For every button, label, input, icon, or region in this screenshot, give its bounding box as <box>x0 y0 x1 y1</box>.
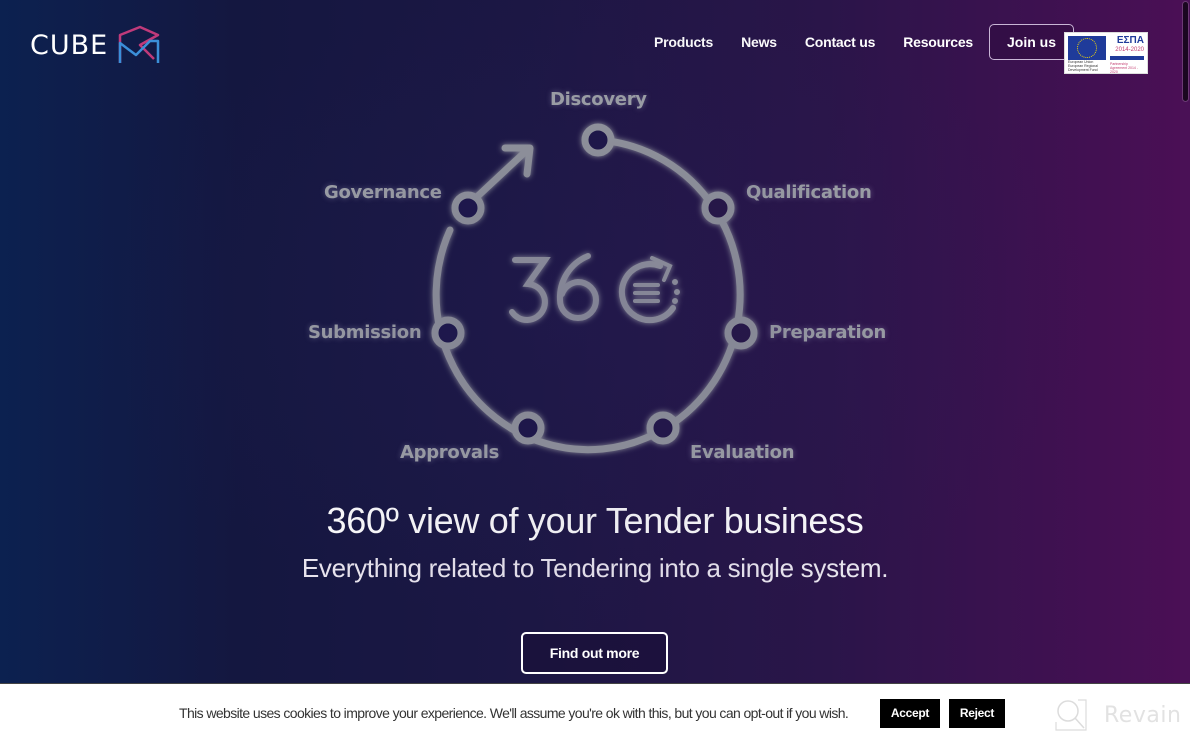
node-qualification <box>701 191 735 225</box>
espa-bar <box>1110 56 1144 60</box>
espa-title: ΕΣΠΑ <box>1116 35 1144 46</box>
nav-contact-us[interactable]: Contact us <box>791 24 889 60</box>
eu-flag-icon <box>1068 36 1106 60</box>
reject-cookies-button[interactable]: Reject <box>949 699 1005 728</box>
tender-cycle-diagram: Discovery Qualification Preparation Eval… <box>290 80 910 480</box>
node-evaluation <box>646 411 680 445</box>
main-nav: Products News Contact us Resources Join … <box>640 24 1075 60</box>
stage-evaluation: Evaluation <box>690 442 795 463</box>
hero-headline: 360º view of your Tender business <box>326 500 864 541</box>
node-discovery <box>581 123 615 157</box>
espa-right-caption: Partnership Agreement 2014 - 2020 <box>1110 62 1139 74</box>
nav-products[interactable]: Products <box>640 24 727 60</box>
stage-preparation: Preparation <box>769 322 886 343</box>
hero-subline: Everything related to Tendering into a s… <box>301 553 889 583</box>
join-us-button[interactable]: Join us <box>989 24 1075 60</box>
stage-submission: Submission <box>308 322 422 343</box>
stage-governance: Governance <box>324 182 442 203</box>
nav-news[interactable]: News <box>727 24 791 60</box>
find-out-more-button[interactable]: Find out more <box>521 632 668 674</box>
node-submission <box>431 316 465 350</box>
logo-text: CUBE <box>30 29 109 61</box>
stage-qualification: Qualification <box>746 182 872 203</box>
accept-cookies-button[interactable]: Accept <box>880 699 940 728</box>
center-360-logo <box>509 253 680 324</box>
espa-left-caption: European Union European Regional Develop… <box>1068 60 1098 72</box>
revain-watermark: Revain <box>1054 698 1181 732</box>
espa-years: 2014-2020 <box>1115 47 1144 53</box>
hero-section: CUBE Products News Contact us Resources … <box>0 0 1180 683</box>
logo[interactable]: CUBE <box>30 25 162 65</box>
cycle-arc <box>432 136 744 454</box>
cube-rm-icon <box>118 25 160 63</box>
node-governance <box>451 191 485 225</box>
scrollbar-thumb[interactable] <box>1182 1 1189 102</box>
espa-right: ΕΣΠΑ 2014-2020 Partnership Agreement 201… <box>1110 35 1144 74</box>
revain-label: Revain <box>1104 702 1182 728</box>
stage-approvals: Approvals <box>400 442 500 463</box>
scrollbar[interactable] <box>1180 0 1190 683</box>
node-preparation <box>724 316 758 350</box>
revain-magnifier-icon <box>1055 699 1087 731</box>
cycle-ring-svg <box>431 123 758 454</box>
cookie-banner: This website uses cookies to improve you… <box>0 683 1190 743</box>
eu-stars-icon <box>1077 38 1097 58</box>
stage-discovery: Discovery <box>550 89 647 110</box>
cookie-message: This website uses cookies to improve you… <box>179 705 849 721</box>
nav-resources[interactable]: Resources <box>889 24 987 60</box>
node-approvals <box>511 411 545 445</box>
espa-badge[interactable]: European Union European Regional Develop… <box>1064 32 1148 74</box>
